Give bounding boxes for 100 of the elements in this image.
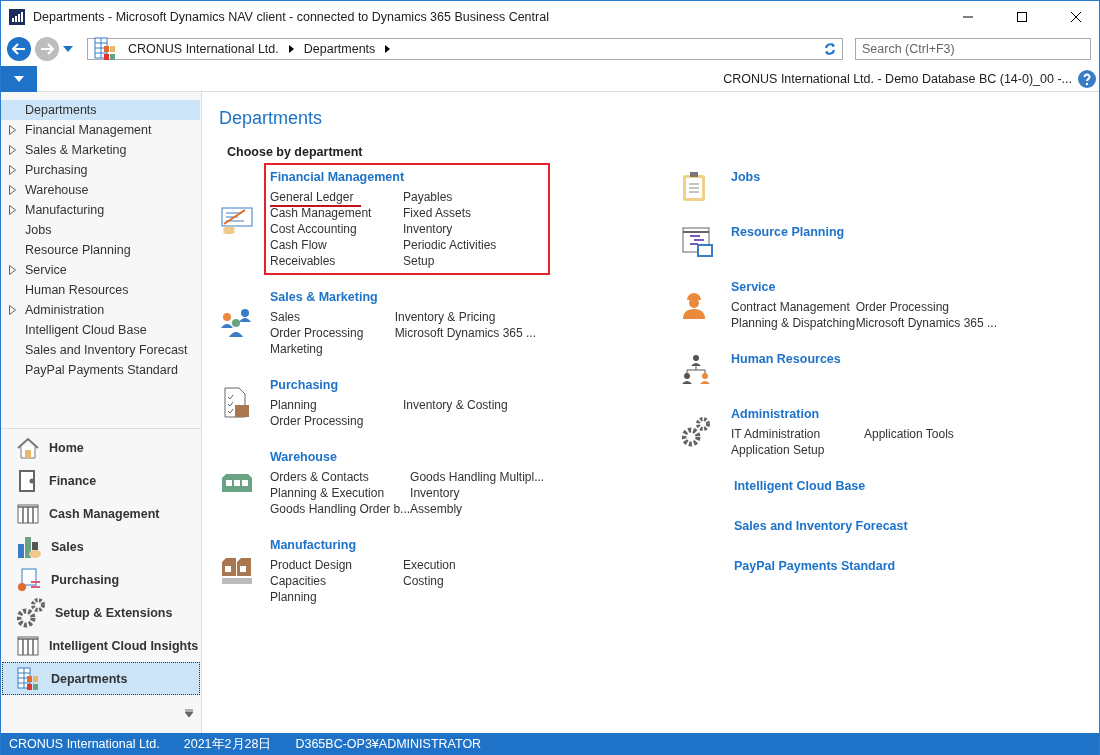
page-link[interactable]: Receivables <box>270 253 336 269</box>
gears-icon <box>682 417 710 447</box>
sidebar-item[interactable]: Warehouse <box>1 180 200 200</box>
status-text: 2021年2月28日 <box>183 735 272 753</box>
navigation-button[interactable]: Sales <box>2 530 200 563</box>
page-link[interactable]: Order Processing <box>855 299 949 315</box>
department-link[interactable]: Manufacturing <box>270 537 536 557</box>
page-link[interactable]: IT Administration <box>731 426 821 442</box>
help-icon[interactable] <box>1078 69 1096 88</box>
house-icon <box>17 436 39 459</box>
status-text: CRONUS International Ltd. <box>9 737 160 751</box>
page-link[interactable]: Microsoft Dynamics 365 ... <box>855 315 997 331</box>
page-link[interactable]: Inventory & Pricing <box>394 309 496 325</box>
page-link[interactable]: Cash Flow <box>270 237 327 253</box>
page-link[interactable]: Fixed Assets <box>403 205 472 221</box>
sidebar-item[interactable]: Purchasing <box>1 160 200 180</box>
maximize-icon[interactable] <box>1017 11 1027 22</box>
page-link[interactable]: Order Processing <box>270 413 364 429</box>
page-link[interactable]: Planning <box>270 397 317 413</box>
caret-icon[interactable] <box>14 75 24 82</box>
sidebar-item[interactable]: PayPal Payments Standard <box>1 360 200 380</box>
expand-icon[interactable] <box>9 265 17 275</box>
table-icon <box>17 503 39 524</box>
department-link[interactable]: Financial Management <box>270 169 536 189</box>
breadcrumb[interactable]: CRONUS International Ltd. <box>128 42 279 56</box>
page-link[interactable]: Planning & Execution <box>270 485 385 501</box>
page-link[interactable]: Planning <box>270 589 317 605</box>
page-link[interactable]: Application Tools <box>864 426 954 442</box>
breadcrumb-arrow-icon[interactable] <box>385 45 391 53</box>
department-link[interactable]: Purchasing <box>270 377 536 397</box>
sidebar-item[interactable]: Financial Management <box>1 120 200 140</box>
page-link[interactable]: Sales <box>270 309 301 325</box>
navigation-button[interactable]: Cash Management <box>2 497 200 530</box>
sidebar-item[interactable]: Sales & Marketing <box>1 140 200 160</box>
page-link[interactable]: Microsoft Dynamics 365 ... <box>394 325 536 341</box>
page-link[interactable]: Capacities <box>270 573 327 589</box>
sidebar-item[interactable]: Human Resources <box>1 280 200 300</box>
sidebar-item[interactable]: Resource Planning <box>1 240 200 260</box>
sidebar-item[interactable]: Administration <box>1 300 200 320</box>
connection-info: CRONUS International Ltd. - Demo Database BC (14-0)_00 -... <box>723 71 1072 86</box>
department-link[interactable]: PayPal Payments Standard <box>734 558 1000 578</box>
back-button[interactable] <box>7 37 31 61</box>
page-link[interactable]: Goods Handling Order b... <box>270 501 411 517</box>
factory-icon <box>221 558 253 584</box>
navigation-button[interactable]: Home <box>2 431 200 464</box>
clipboard-icon <box>682 171 706 202</box>
window-title: Departments - Microsoft Dynamics NAV client - connected to Dynamics 365 Business Central <box>33 9 550 24</box>
page-link[interactable]: Assembly <box>410 501 463 517</box>
navigation-button[interactable]: Departments <box>2 662 200 695</box>
overflow-icon[interactable] <box>185 709 193 717</box>
sidebar-item[interactable]: Manufacturing <box>1 200 200 220</box>
page-link[interactable]: Contract Management <box>731 299 850 315</box>
arrow-left-icon[interactable] <box>12 43 26 55</box>
navigation-button[interactable]: Purchasing <box>2 563 200 596</box>
breadcrumb-arrow-icon[interactable] <box>288 45 294 53</box>
page-link[interactable]: Costing <box>403 573 444 589</box>
navigation-button[interactable]: Finance <box>2 464 200 497</box>
search-field[interactable]: Search (Ctrl+F3) <box>855 38 1091 60</box>
department-link[interactable]: Warehouse <box>270 449 536 469</box>
page-link[interactable]: Payables <box>403 189 453 205</box>
sidebar-item[interactable]: Sales and Inventory Forecast <box>1 340 200 360</box>
sidebar-item[interactable]: Service <box>1 260 200 280</box>
page-link[interactable]: Setup <box>403 253 435 269</box>
breadcrumb[interactable]: Departments <box>303 42 376 56</box>
people-icon <box>221 309 253 337</box>
page-link[interactable]: Application Setup <box>731 442 825 458</box>
department-link[interactable]: Resource Planning <box>731 224 997 244</box>
page-link[interactable]: Marketing <box>270 341 323 357</box>
page-link[interactable]: Inventory & Costing <box>403 397 508 413</box>
sidebar-item[interactable]: Jobs <box>1 220 200 240</box>
sidebar-item[interactable]: Intelligent Cloud Base <box>1 320 200 340</box>
department-link[interactable]: Intelligent Cloud Base <box>734 478 1000 498</box>
expand-icon[interactable] <box>9 305 17 315</box>
department-link[interactable]: Administration <box>731 406 997 426</box>
navigation-button[interactable]: Setup & Extensions <box>2 596 200 629</box>
page-link[interactable]: Cash Management <box>270 205 372 221</box>
page-link[interactable]: Periodic Activities <box>403 237 497 253</box>
department-link[interactable]: Sales and Inventory Forecast <box>734 518 1000 538</box>
page-link[interactable]: Execution <box>403 557 456 573</box>
page-link[interactable]: Orders & Contacts <box>270 469 369 485</box>
department-link[interactable]: Sales & Marketing <box>270 289 536 309</box>
page-link[interactable]: Product Design <box>270 557 353 573</box>
page-link[interactable]: Goods Handling Multipl... <box>410 469 545 485</box>
sidebar-item[interactable]: Departments <box>1 100 200 120</box>
department-link[interactable]: Human Resources <box>731 351 997 371</box>
navigation-button[interactable]: Intelligent Cloud Insights <box>2 629 200 662</box>
department-link[interactable]: Jobs <box>731 169 997 189</box>
page-link[interactable]: Cost Accounting <box>270 221 357 237</box>
refresh-icon[interactable] <box>824 43 836 55</box>
caret-icon[interactable] <box>63 46 73 52</box>
department-link[interactable]: Service <box>731 279 997 299</box>
close-icon[interactable] <box>1071 11 1081 22</box>
address-bar[interactable]: CRONUS International Ltd. Departments <box>87 38 843 60</box>
page-link[interactable]: Order Processing <box>270 325 364 341</box>
page-link[interactable]: Planning & Dispatching <box>731 315 856 331</box>
page-link[interactable]: General Ledger <box>270 189 362 207</box>
page-link[interactable]: Inventory <box>403 221 453 237</box>
page-link[interactable]: Inventory <box>410 485 460 501</box>
ribbon-toggle-button[interactable] <box>1 65 37 92</box>
worker-icon <box>682 291 706 319</box>
